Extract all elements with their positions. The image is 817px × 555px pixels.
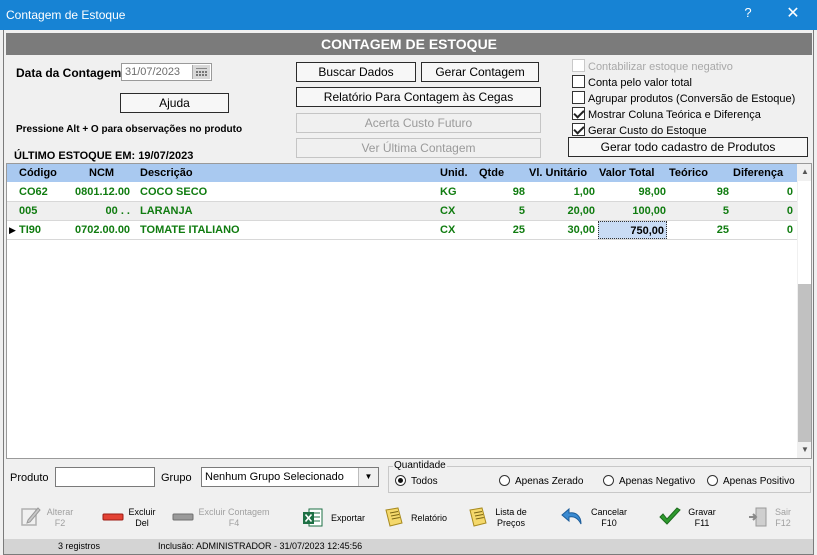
- sair-button[interactable]: Sair F12: [747, 503, 797, 537]
- grid-scrollbar[interactable]: ▲ ▼: [797, 164, 811, 458]
- buscar-dados-button[interactable]: Buscar Dados: [296, 62, 416, 82]
- relatorio-button[interactable]: Relatório: [383, 503, 449, 537]
- col-codigo[interactable]: Código: [19, 164, 57, 182]
- col-unid[interactable]: Unid.: [440, 164, 468, 182]
- quantidade-label: Quantidade: [393, 460, 447, 471]
- radio-icon: [707, 475, 718, 486]
- radio-todos[interactable]: Todos: [395, 475, 438, 487]
- inclusion-info: Inclusão: ADMINISTRADOR - 31/07/2023 12:…: [158, 541, 363, 551]
- radio-icon: [603, 475, 614, 486]
- scroll-down-icon[interactable]: ▼: [797, 442, 811, 458]
- alterar-button[interactable]: Alterar F2: [18, 503, 78, 537]
- gerar-cadastro-button[interactable]: Gerar todo cadastro de Produtos: [568, 137, 808, 157]
- delete-bar-icon: [102, 513, 124, 521]
- date-value: 31/07/2023: [125, 66, 181, 78]
- col-diferenca[interactable]: Diferença: [733, 164, 783, 182]
- chevron-down-icon[interactable]: ▼: [358, 468, 378, 486]
- col-teorico[interactable]: Teórico: [669, 164, 708, 182]
- radio-icon: [499, 475, 510, 486]
- exportar-button[interactable]: Exportar: [302, 503, 368, 537]
- pencil-icon: [21, 507, 41, 526]
- gerar-contagem-button[interactable]: Gerar Contagem: [421, 62, 539, 82]
- window-title: Contagem de Estoque: [6, 8, 126, 22]
- grid-header: Código NCM Descrição Unid. Qtde Vl. Unit…: [7, 164, 797, 182]
- table-row[interactable]: 005 00 . . LARANJA CX 5 20,00 100,00 5 0: [7, 202, 797, 221]
- checkbox-checked-icon: [572, 123, 585, 136]
- produto-label: Produto: [10, 472, 49, 484]
- calendar-icon[interactable]: [192, 65, 210, 79]
- col-valor-total[interactable]: Valor Total: [599, 164, 654, 182]
- scroll-up-icon[interactable]: ▲: [797, 164, 811, 180]
- stock-grid[interactable]: Código NCM Descrição Unid. Qtde Vl. Unit…: [6, 163, 812, 459]
- checkbox-icon: [572, 59, 585, 72]
- relatorio-cegas-button[interactable]: Relatório Para Contagem às Cegas: [296, 87, 541, 107]
- grupo-label: Grupo: [161, 472, 192, 484]
- option-valor-total[interactable]: Conta pelo valor total: [572, 75, 692, 89]
- records-count: 3 registros: [58, 541, 101, 551]
- close-button[interactable]: ✕: [778, 3, 808, 27]
- ver-ultima-contagem-button[interactable]: Ver Última Contagem: [296, 138, 541, 158]
- last-stock-label: ÚLTIMO ESTOQUE EM: 19/07/2023: [14, 150, 194, 162]
- produto-input[interactable]: [55, 467, 155, 487]
- col-vl-unitario[interactable]: Vl. Unitário: [529, 164, 587, 182]
- report-icon: [385, 507, 403, 527]
- excluir-contagem-button[interactable]: Excluir Contagem F4: [172, 503, 272, 537]
- option-coluna-teorica[interactable]: Mostrar Coluna Teórica e Diferença: [572, 107, 761, 121]
- option-custo-estoque[interactable]: Gerar Custo do Estoque: [572, 123, 707, 137]
- col-descricao[interactable]: Descrição: [140, 164, 193, 182]
- checkbox-checked-icon: [572, 107, 585, 120]
- col-ncm[interactable]: NCM: [89, 164, 114, 182]
- ajuda-button[interactable]: Ajuda: [120, 93, 229, 113]
- window-titlebar: Contagem de Estoque ? ✕: [0, 0, 817, 30]
- current-row-indicator-icon: ▶: [9, 225, 16, 235]
- excluir-button[interactable]: Excluir Del: [102, 503, 162, 537]
- excel-icon: [303, 508, 323, 527]
- checkmark-icon: [659, 507, 681, 525]
- checkbox-icon: [572, 91, 585, 104]
- table-row-current[interactable]: ▶ TI90 0702.00.00 TOMATE ITALIANO CX 25 …: [7, 221, 797, 240]
- status-bar: 3 registros Inclusão: ADMINISTRADOR - 31…: [4, 539, 813, 554]
- grupo-select[interactable]: Nenhum Grupo Selecionado ▼: [201, 467, 379, 487]
- checkbox-icon: [572, 75, 585, 88]
- date-field[interactable]: 31/07/2023: [121, 63, 212, 81]
- cancelar-button[interactable]: Cancelar F10: [561, 503, 631, 537]
- quantidade-group: Quantidade Todos Apenas Zerado Apenas Ne…: [388, 460, 811, 493]
- option-agrupar-produtos[interactable]: Agrupar produtos (Conversão de Estoque): [572, 91, 795, 105]
- lista-precos-button[interactable]: Lista de Preços: [467, 503, 533, 537]
- delete-bar-icon: [172, 513, 194, 521]
- col-qtde[interactable]: Qtde: [479, 164, 504, 182]
- radio-apenas-zerado[interactable]: Apenas Zerado: [499, 475, 583, 487]
- selected-cell[interactable]: 750,00: [598, 221, 667, 239]
- gravar-button[interactable]: Gravar F11: [658, 503, 722, 537]
- page-title: CONTAGEM DE ESTOQUE: [6, 33, 812, 55]
- undo-icon: [561, 507, 582, 525]
- option-contabilizar-negativo[interactable]: Contabilizar estoque negativo: [572, 59, 733, 73]
- acerta-custo-button[interactable]: Acerta Custo Futuro: [296, 113, 541, 133]
- table-row[interactable]: CO62 0801.12.00 COCO SECO KG 98 1,00 98,…: [7, 183, 797, 202]
- radio-selected-icon: [395, 475, 406, 486]
- scroll-track[interactable]: [798, 284, 811, 442]
- radio-apenas-negativo[interactable]: Apenas Negativo: [603, 475, 695, 487]
- alt-o-hint: Pressione Alt + O para observações no pr…: [16, 124, 243, 135]
- price-list-icon: [469, 507, 487, 527]
- date-label: Data da Contagem:: [16, 66, 126, 80]
- scroll-thumb[interactable]: [798, 181, 811, 284]
- radio-apenas-positivo[interactable]: Apenas Positivo: [707, 475, 795, 487]
- exit-door-icon: [749, 507, 767, 527]
- help-button[interactable]: ?: [737, 5, 759, 25]
